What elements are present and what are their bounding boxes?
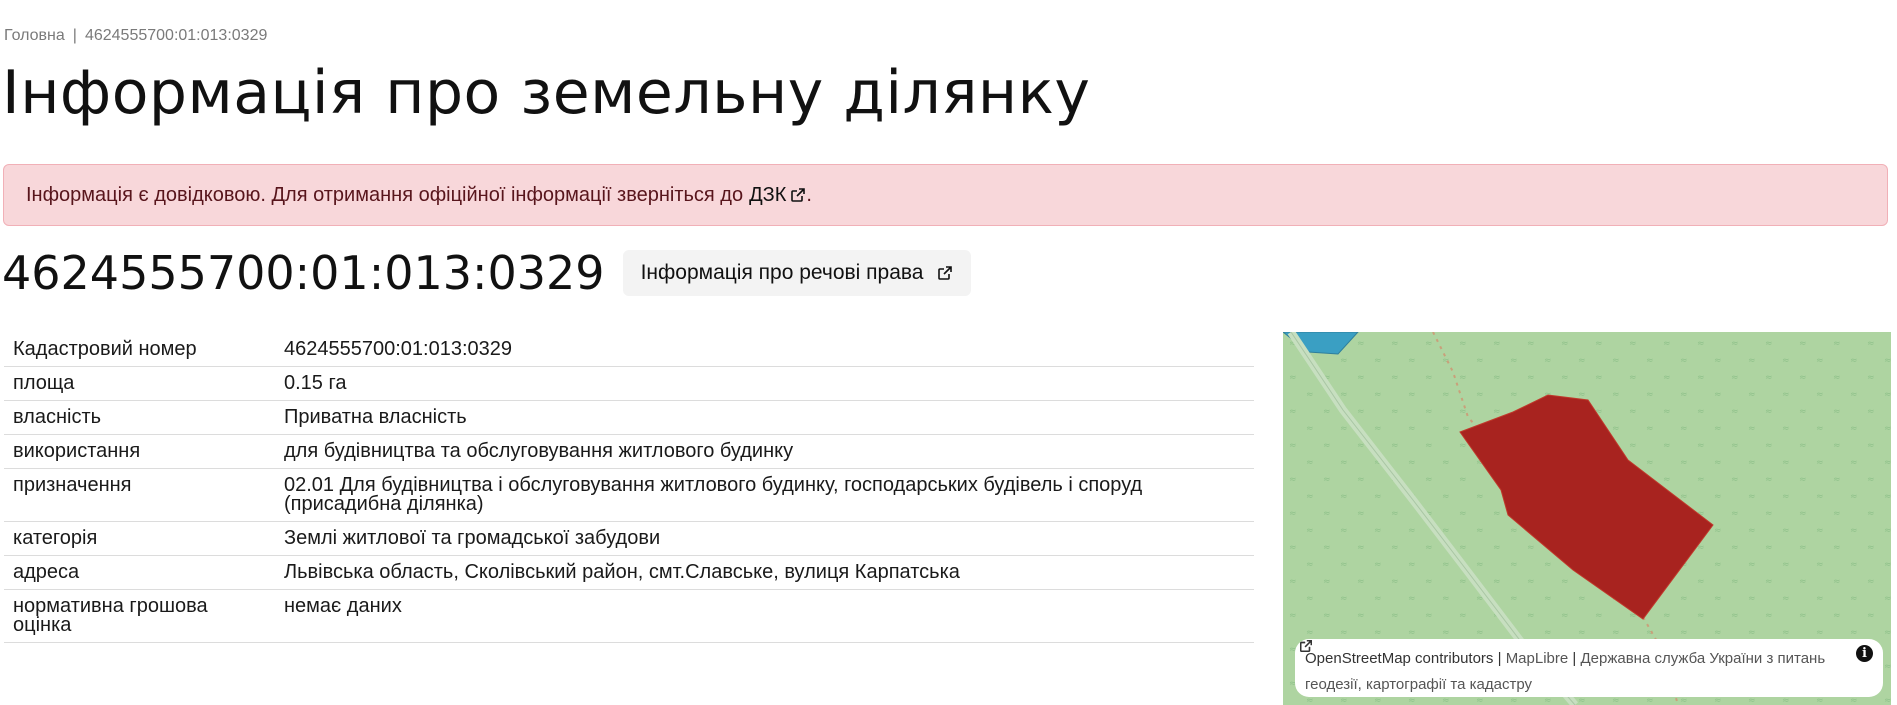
table-row: власність Приватна власність xyxy=(4,400,1254,435)
row-key: призначення xyxy=(4,468,275,522)
row-value: 02.01 Для будівництва і обслуговування ж… xyxy=(275,468,1254,522)
attribution-separator: | xyxy=(1497,650,1502,667)
row-key: власність xyxy=(4,400,275,435)
row-key: використання xyxy=(4,434,275,469)
external-link-icon xyxy=(791,188,806,203)
info-alert: Інформація є довідковою. Для отримання о… xyxy=(3,164,1888,226)
maplibre-label: MapLibre xyxy=(1505,650,1569,667)
row-value: Львівська область, Сколівський район, см… xyxy=(275,555,1254,590)
row-value: Землі житлової та громадської забудови xyxy=(275,521,1254,556)
table-row: площа 0.15 га xyxy=(4,366,1254,401)
table-row: категорія Землі житлової та громадської з… xyxy=(4,521,1254,556)
breadcrumb: Головна | 4624555700:01:013:0329 xyxy=(4,27,267,45)
parcel-map[interactable]: ≈ ≈ OpenStreetMap contributors | MapLibr… xyxy=(1283,332,1891,705)
table-row: адреса Львівська область, Сколівський рай… xyxy=(4,555,1254,590)
maplibre-link[interactable]: MapLibre xyxy=(1300,640,1569,667)
table-row: нормативна грошова оцінка немає даних xyxy=(4,589,1254,643)
info-icon[interactable]: i xyxy=(1856,645,1873,662)
row-value: для будівництва та обслуговування житлов… xyxy=(275,434,1254,469)
row-key: нормативна грошова оцінка xyxy=(4,589,275,643)
table-row: використання для будівництва та обслугову… xyxy=(4,434,1254,469)
row-value: 0.15 га xyxy=(275,366,1254,401)
parcel-info-table: Кадастровий номер 4624555700:01:013:0329 … xyxy=(4,333,1254,643)
alert-text: Інформація є довідковою. Для отримання о… xyxy=(26,183,744,206)
breadcrumb-current: 4624555700:01:013:0329 xyxy=(84,27,268,44)
property-rights-label: Інформація про речові права xyxy=(640,261,924,284)
row-key: категорія xyxy=(4,521,275,556)
row-key: Кадастровий номер xyxy=(4,333,275,367)
table-row: призначення 02.01 Для будівництва і обслу… xyxy=(4,468,1254,522)
row-value: Приватна власність xyxy=(275,400,1254,435)
alert-suffix: . xyxy=(806,183,812,206)
external-link-icon xyxy=(1300,640,1312,652)
property-rights-button[interactable]: Інформація про речові права xyxy=(622,250,972,296)
attribution-separator: | xyxy=(1572,650,1577,667)
breadcrumb-separator: | xyxy=(72,27,77,44)
parcel-number: 4624555700:01:013:0329 xyxy=(2,246,605,300)
row-value: 4624555700:01:013:0329 xyxy=(275,333,1254,367)
dzk-link-label: ДЗК xyxy=(749,183,787,206)
dzk-link[interactable]: ДЗК xyxy=(749,184,806,207)
map-attribution: OpenStreetMap contributors | MapLibre | … xyxy=(1295,639,1883,697)
row-value: немає даних xyxy=(275,589,1254,643)
breadcrumb-home-link[interactable]: Головна xyxy=(4,27,65,44)
row-key: адреса xyxy=(4,555,275,590)
osm-link[interactable]: OpenStreetMap contributors xyxy=(1305,650,1493,667)
external-link-icon xyxy=(938,266,953,280)
table-row: Кадастровий номер 4624555700:01:013:0329 xyxy=(4,333,1254,367)
row-key: площа xyxy=(4,366,275,401)
page-title: Інформація про земельну ділянку xyxy=(2,58,1091,128)
parcel-heading: 4624555700:01:013:0329 Інформація про ре… xyxy=(2,246,972,300)
